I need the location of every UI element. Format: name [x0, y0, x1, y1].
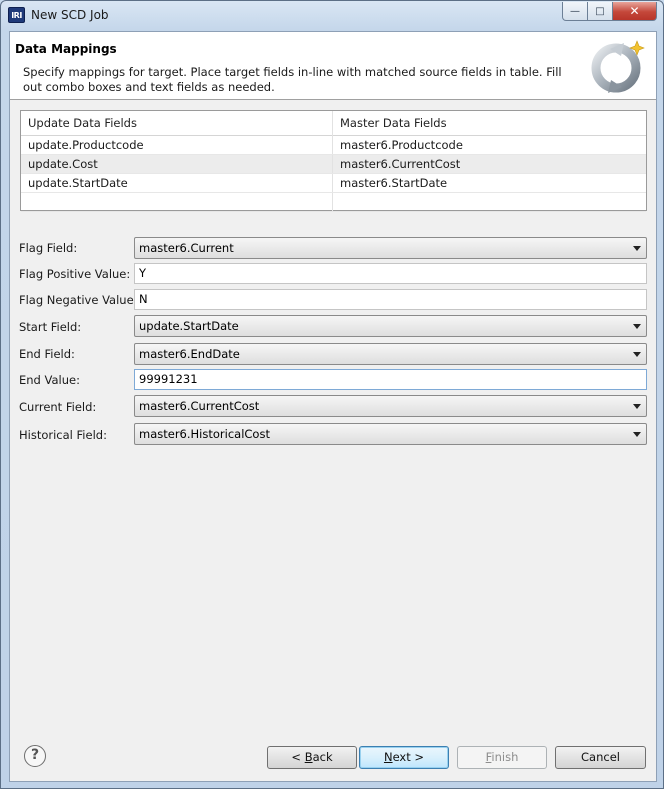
- next-mnemonic: N: [383, 750, 393, 764]
- chevron-down-icon: [633, 404, 641, 409]
- flag-field-combo[interactable]: master6.Current: [134, 237, 647, 259]
- page-description: Specify mappings for target. Place targe…: [23, 65, 562, 94]
- minimize-icon: —: [570, 5, 580, 17]
- end-field-combo[interactable]: master6.EndDate: [134, 343, 647, 365]
- chevron-down-icon: [633, 432, 641, 437]
- maximize-icon: □: [595, 5, 605, 17]
- dialog-window: IRI New SCD Job — □ ✕ Data Mappings Spec…: [0, 0, 664, 789]
- flag-field-label: Flag Field:: [19, 241, 78, 255]
- page-title: Data Mappings: [15, 42, 117, 56]
- flag-negative-input[interactable]: N: [134, 289, 647, 310]
- current-field-value: master6.CurrentCost: [139, 399, 260, 413]
- close-button[interactable]: ✕: [613, 2, 657, 21]
- table-row[interactable]: update.Cost master6.CurrentCost: [21, 155, 646, 174]
- column-header-update-fields[interactable]: Update Data Fields: [21, 111, 333, 136]
- flag-field-value: master6.Current: [139, 241, 234, 255]
- start-field-value: update.StartDate: [139, 319, 239, 333]
- table-row[interactable]: [21, 193, 646, 212]
- back-label-rest: ack: [312, 750, 333, 764]
- start-field-label: Start Field:: [19, 320, 82, 334]
- finish-button[interactable]: Finish: [457, 746, 547, 769]
- finish-label-rest: inish: [491, 750, 519, 764]
- flag-positive-label: Flag Positive Value:: [19, 267, 131, 281]
- historical-field-value: master6.HistoricalCost: [139, 427, 270, 441]
- back-prefix: <: [291, 750, 305, 764]
- maximize-button[interactable]: □: [588, 2, 613, 21]
- table-cell: update.Productcode: [21, 136, 333, 154]
- wizard-client: Data Mappings Specify mappings for targe…: [9, 31, 657, 782]
- table-cell: update.StartDate: [21, 174, 333, 192]
- back-button[interactable]: < Back: [267, 746, 357, 769]
- back-mnemonic: B: [304, 750, 313, 764]
- chevron-down-icon: [633, 324, 641, 329]
- title-bar[interactable]: IRI New SCD Job — □ ✕: [1, 1, 663, 30]
- next-button[interactable]: Next >: [359, 746, 449, 769]
- table-cell: master6.Productcode: [340, 138, 463, 152]
- flag-positive-input[interactable]: Y: [134, 263, 647, 284]
- current-field-label: Current Field:: [19, 400, 97, 414]
- table-cell: update.Cost: [21, 155, 333, 173]
- column-header-master-fields[interactable]: Master Data Fields: [333, 111, 645, 136]
- table-row[interactable]: update.StartDate master6.StartDate: [21, 174, 646, 193]
- wizard-banner-icon: [591, 40, 645, 93]
- app-logo: IRI: [8, 7, 25, 23]
- help-icon[interactable]: ?: [24, 745, 46, 767]
- start-field-combo[interactable]: update.StartDate: [134, 315, 647, 337]
- chevron-down-icon: [633, 352, 641, 357]
- next-label-rest: ext >: [392, 750, 425, 764]
- historical-field-combo[interactable]: master6.HistoricalCost: [134, 423, 647, 445]
- current-field-combo[interactable]: master6.CurrentCost: [134, 395, 647, 417]
- end-value-input[interactable]: 99991231: [134, 369, 647, 390]
- historical-field-label: Historical Field:: [19, 428, 107, 442]
- table-cell: [333, 193, 645, 211]
- cancel-button[interactable]: Cancel: [555, 746, 646, 769]
- table-cell: [21, 193, 333, 211]
- wizard-header: Data Mappings Specify mappings for targe…: [10, 32, 656, 100]
- end-value-label: End Value:: [19, 373, 80, 387]
- minimize-button[interactable]: —: [562, 2, 588, 21]
- end-field-value: master6.EndDate: [139, 347, 240, 361]
- end-field-label: End Field:: [19, 347, 75, 361]
- window-title: New SCD Job: [31, 8, 109, 22]
- table-header: Update Data Fields Master Data Fields: [21, 111, 646, 136]
- close-icon: ✕: [629, 4, 640, 18]
- chevron-down-icon: [633, 246, 641, 251]
- table-row[interactable]: update.Productcode master6.Productcode: [21, 136, 646, 155]
- table-cell: master6.StartDate: [340, 176, 448, 190]
- flag-negative-label: Flag Negative Value:: [19, 293, 138, 307]
- field-mapping-table[interactable]: Update Data Fields Master Data Fields up…: [20, 110, 647, 212]
- window-controls: — □ ✕: [562, 2, 657, 21]
- table-cell: master6.CurrentCost: [340, 157, 461, 171]
